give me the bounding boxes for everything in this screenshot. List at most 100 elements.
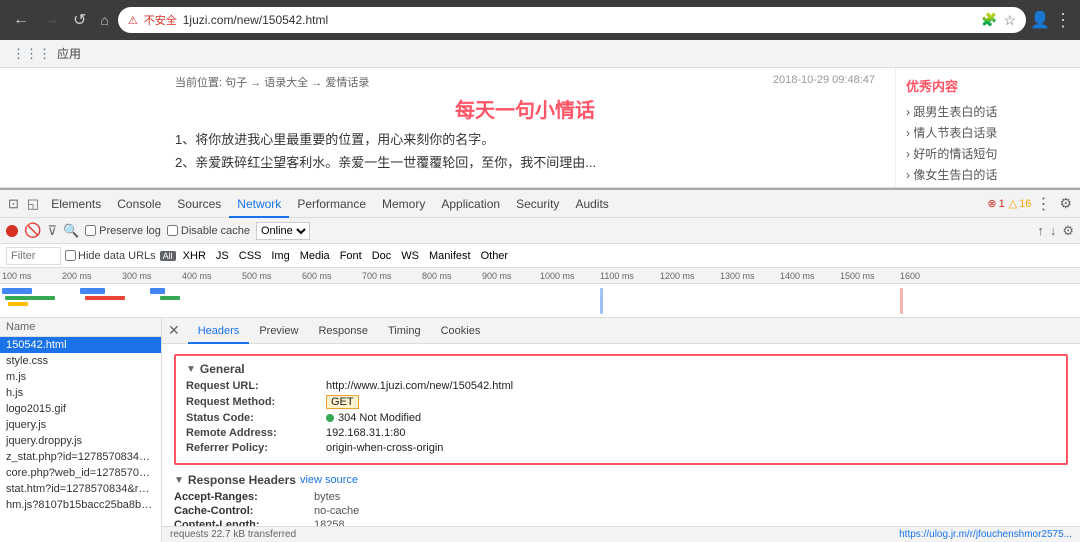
tab-headers[interactable]: Headers [188,318,250,344]
sidebar-title: 优秀内容 [906,76,1070,95]
file-item-mjs[interactable]: m.js [0,369,161,385]
status-code-val: 304 Not Modified [338,412,421,424]
home-button[interactable]: ⌂ [95,10,113,30]
profile-icon[interactable]: 👤 [1030,10,1050,30]
file-item-core[interactable]: core.php?web_id=127857083... [0,465,161,481]
tab-security[interactable]: Security [508,190,567,218]
clear-button[interactable]: 🚫 [24,222,41,239]
rh-key: Accept-Ranges: [174,491,314,503]
record-button[interactable] [6,225,18,237]
file-item-logo[interactable]: logo2015.gif [0,401,161,417]
sidebar-item[interactable]: › 跟男生表白的话 [906,101,1070,122]
sidebar-item[interactable]: › 像女生告白的话 [906,164,1070,185]
tab-cookies[interactable]: Cookies [431,318,491,344]
address-text: 1juzi.com/new/150542.html [183,13,976,27]
menu-icon[interactable]: ⋮ [1054,10,1072,31]
filter-js[interactable]: JS [213,249,232,263]
referrer-row: Referrer Policy: origin-when-cross-origi… [186,442,1056,454]
status-dot-green [326,414,334,422]
sidebar-item[interactable]: › 好听的情话短句 [906,143,1070,164]
star-icon[interactable]: ☆ [1004,12,1017,29]
file-item-stat[interactable]: stat.htm?id=1278570834&r=h... [0,481,161,497]
upload-icon[interactable]: ↑ [1037,223,1044,238]
request-details: ✕ Headers Preview Response Timing Cookie… [162,318,1080,542]
filter-xhr[interactable]: XHR [180,249,209,263]
tab-audits[interactable]: Audits [567,190,616,218]
tab-sources[interactable]: Sources [169,190,229,218]
apps-icon[interactable]: ⋮⋮⋮ [12,46,51,62]
devtools-tabs: ⊡ ◱ Elements Console Sources Network Per… [0,190,1080,218]
hide-data-checkbox[interactable] [65,250,76,261]
tab-response[interactable]: Response [308,318,378,344]
download-icon[interactable]: ↓ [1050,223,1057,238]
filter-css[interactable]: CSS [236,249,265,263]
request-method-key: Request Method: [186,396,326,408]
devtools-dock-icon[interactable]: ◱ [23,196,43,212]
view-source-link[interactable]: view source [300,474,358,486]
request-method-val[interactable]: GET [326,395,359,409]
filter-manifest[interactable]: Manifest [426,249,474,263]
request-url-val: http://www.1juzi.com/new/150542.html [326,380,513,392]
tab-elements[interactable]: Elements [43,190,109,218]
all-badge[interactable]: All [160,251,176,261]
toolbar-settings-icon[interactable]: ⚙ [1062,223,1074,239]
filter-input[interactable] [6,247,61,265]
tab-preview[interactable]: Preview [249,318,308,344]
file-item-droppy[interactable]: jquery.droppy.js [0,433,161,449]
status-url: https://ulog.jr.m/r/jfouchenshmor2575... [899,529,1072,540]
sidebar: 优秀内容 › 跟男生表白的话 › 情人节表白话录 › 好听的情话短句 › 像女生… [895,68,1080,187]
file-item-zstat[interactable]: z_stat.php?id=1278570834&... [0,449,161,465]
details-close-icon[interactable]: ✕ [168,322,180,339]
tab-timing[interactable]: Timing [378,318,431,344]
warning-badge: △ 16 [1009,197,1032,210]
file-item-hm[interactable]: hm.js?8107b15bacc25ba8b7f... [0,497,161,513]
hide-data-toggle[interactable]: Hide data URLs [65,250,156,262]
file-item-hjs[interactable]: h.js [0,385,161,401]
extension-icon[interactable]: 🧩 [981,12,997,28]
back-button[interactable]: ← [8,9,34,31]
security-label: 不安全 [144,12,177,28]
devtools-settings-icon[interactable]: ⚙ [1055,195,1076,212]
preserve-log-checkbox[interactable] [85,225,96,236]
tab-memory[interactable]: Memory [374,190,433,218]
details-content: ▼ General Request URL: http://www.1juzi.… [162,344,1080,526]
preserve-log-label[interactable]: Preserve log [85,225,161,237]
page-title: 每天一句小情话 [175,94,875,123]
file-item-jquery[interactable]: jquery.js [0,417,161,433]
disable-cache-label[interactable]: Disable cache [167,225,250,237]
error-badge: ⊗ 1 [987,197,1004,210]
rh-val: bytes [314,491,340,503]
address-bar[interactable]: ⚠ 不安全 1juzi.com/new/150542.html 🧩 ☆ [118,7,1026,33]
devtools-undock-icon[interactable]: ⊡ [4,196,23,212]
file-item-style[interactable]: style.css [0,353,161,369]
disable-cache-checkbox[interactable] [167,225,178,236]
bookmarks-bar: ⋮⋮⋮ 应用 [0,40,1080,68]
filter-doc[interactable]: Doc [369,249,395,263]
filter-font[interactable]: Font [337,249,365,263]
tab-network[interactable]: Network [229,190,289,218]
tab-console[interactable]: Console [109,190,169,218]
breadcrumb: 当前位置: 句子 → 语录大全 → 爱情话录 2018-10-29 09:48:… [175,74,875,90]
response-headers-section: ▼ Response Headers view source Accept-Ra… [174,473,1068,526]
sidebar-item[interactable]: › 情人节表白话录 [906,122,1070,143]
details-tabs: ✕ Headers Preview Response Timing Cookie… [162,318,1080,344]
tab-application[interactable]: Application [433,190,508,218]
page-content: 当前位置: 句子 → 语录大全 → 爱情话录 2018-10-29 09:48:… [0,68,1080,188]
filter-other[interactable]: Other [478,249,512,263]
file-item-150542[interactable]: 150542.html [0,337,161,353]
forward-button[interactable]: → [38,9,64,31]
status-code-row: Status Code: 304 Not Modified [186,412,1056,424]
filter-media[interactable]: Media [297,249,333,263]
filter-img[interactable]: Img [268,249,292,263]
refresh-button[interactable]: ↺ [68,8,91,32]
throttle-select[interactable]: Online [256,222,310,240]
tab-performance[interactable]: Performance [289,190,374,218]
filter-ws[interactable]: WS [398,249,422,263]
devtools-more-icon[interactable]: ⋮ [1031,194,1055,214]
filter-icon[interactable]: ⊽ [47,223,57,239]
security-icon: ⚠ [128,14,138,27]
search-icon[interactable]: 🔍 [63,223,79,239]
remote-addr-key: Remote Address: [186,427,326,439]
remote-addr-row: Remote Address: 192.168.31.1:80 [186,427,1056,439]
file-list-footer: requests 22.7 kB transferred [170,529,296,540]
